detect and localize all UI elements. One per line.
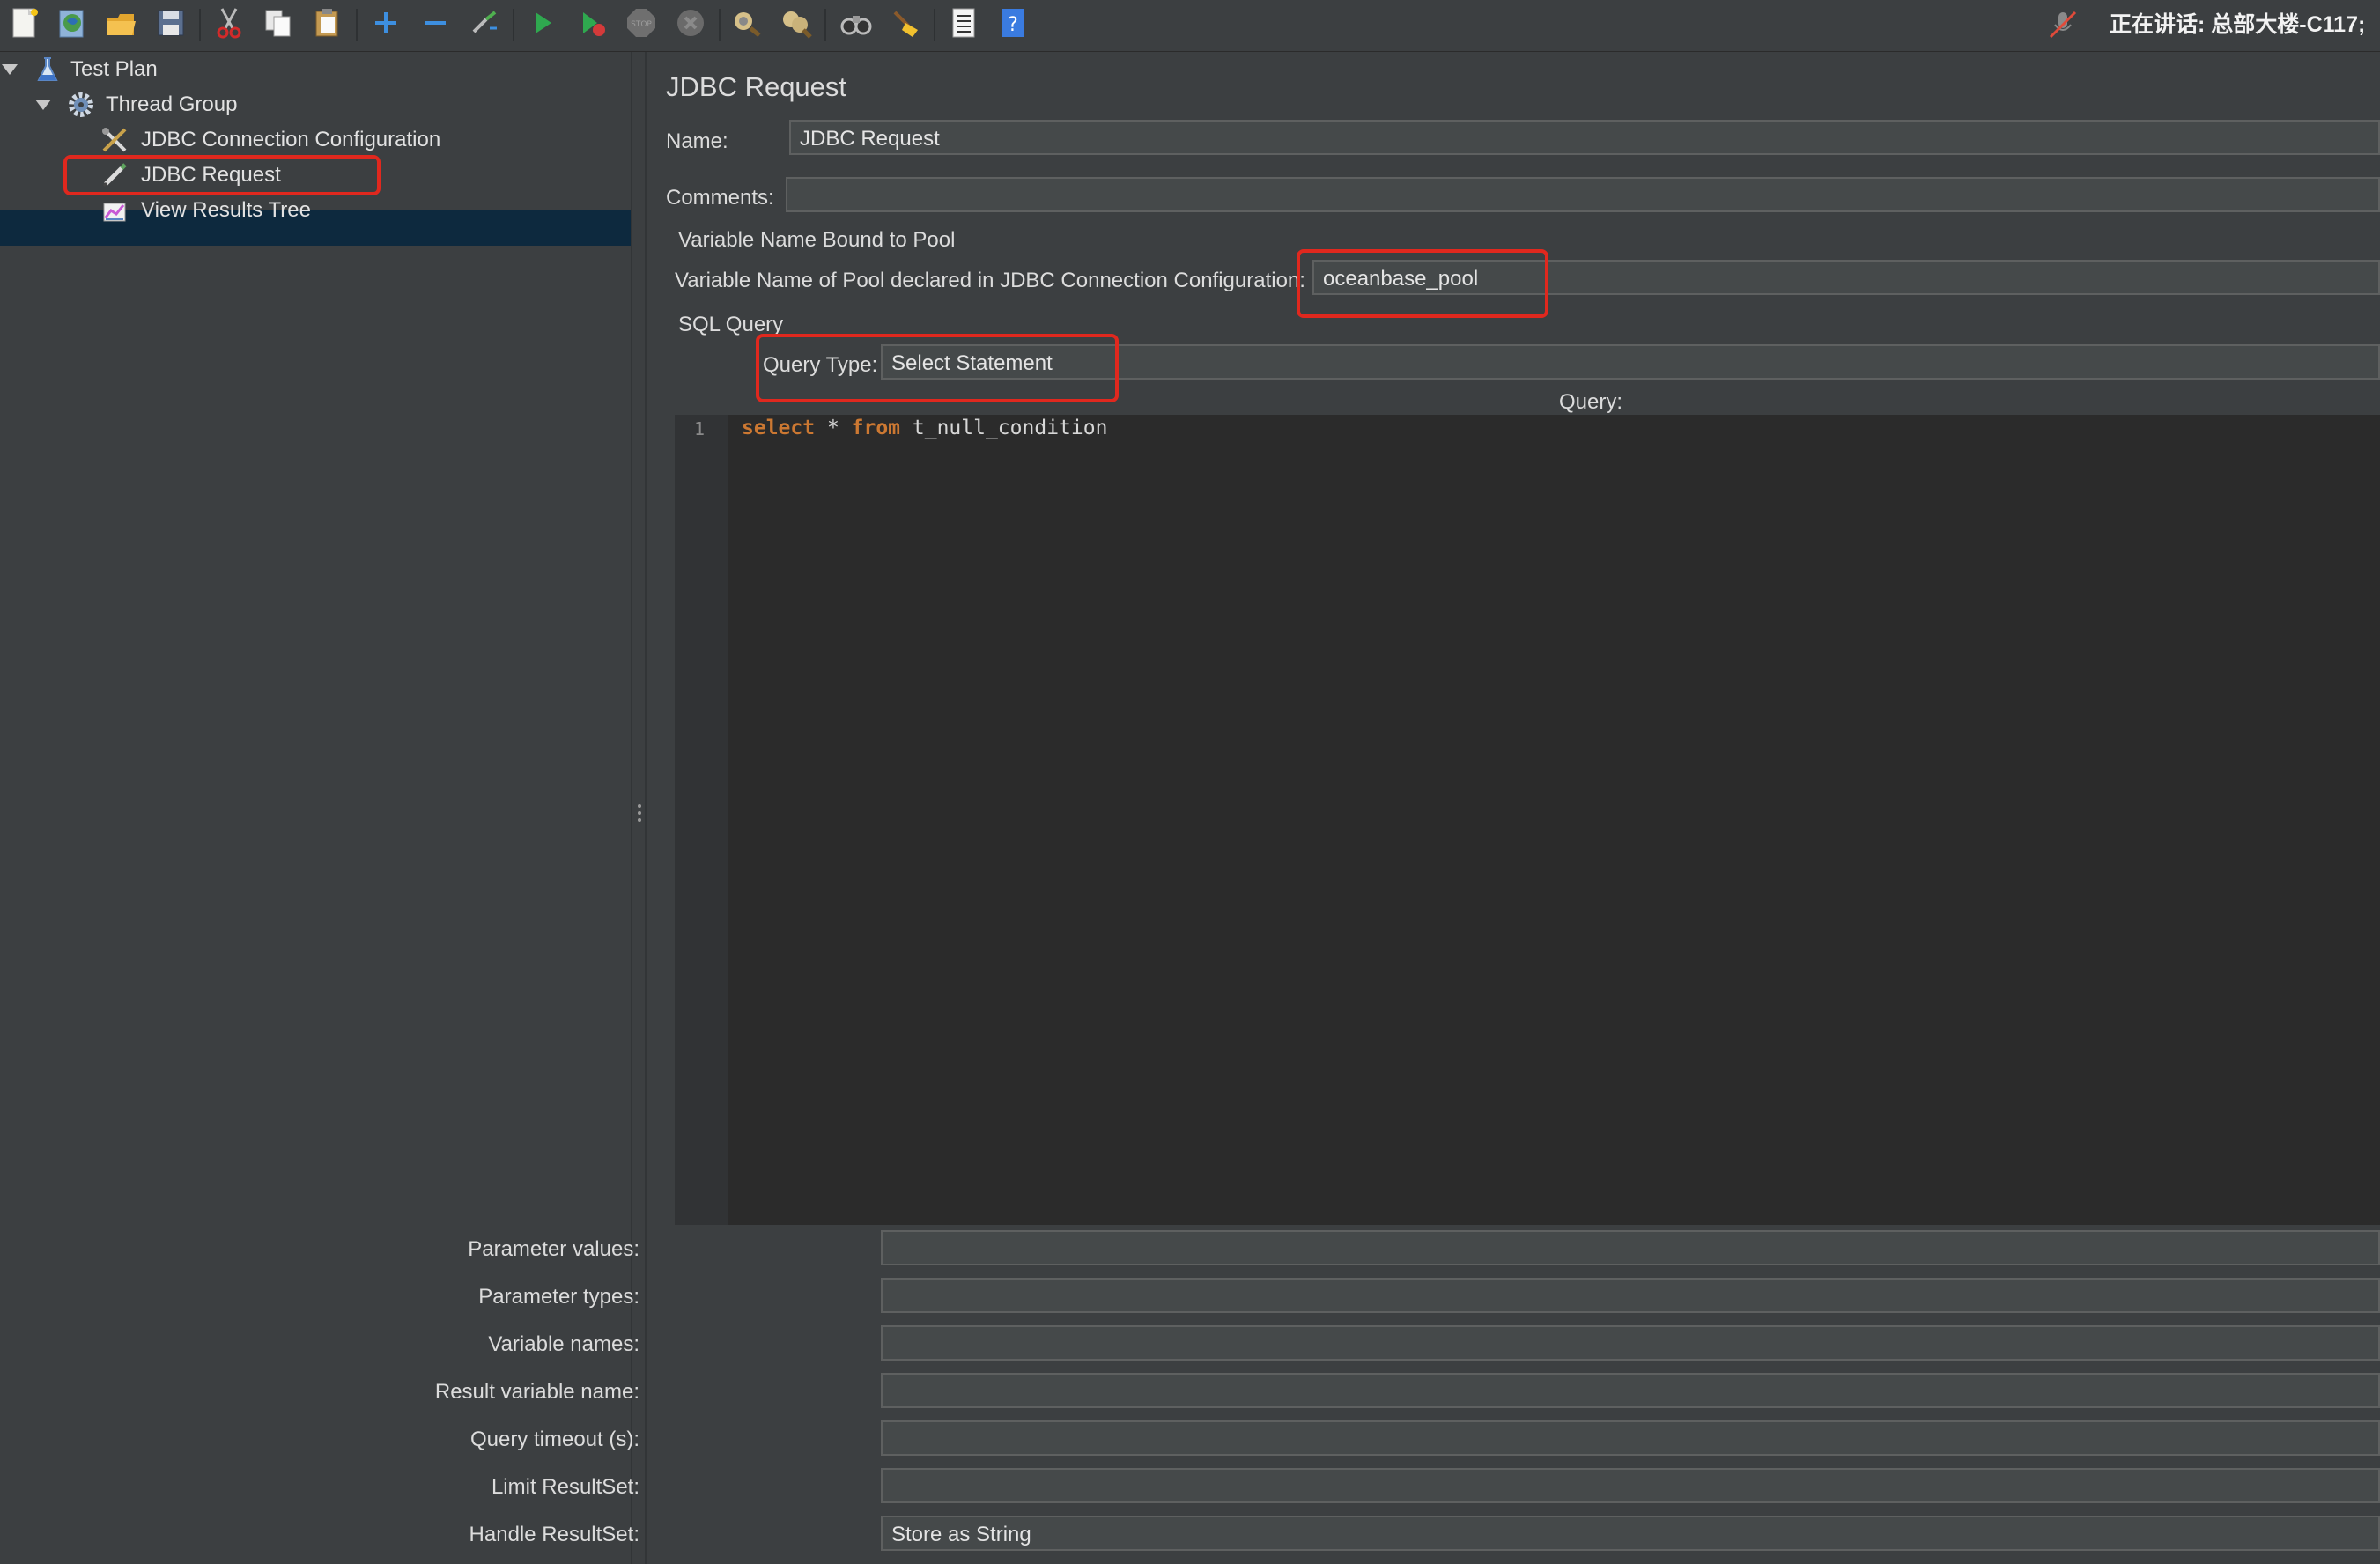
tree-item-thread-group[interactable]: Thread Group xyxy=(0,87,631,122)
cut-icon[interactable] xyxy=(210,4,248,42)
save-icon[interactable] xyxy=(152,4,190,42)
pool-label: Variable Name of Pool declared in JDBC C… xyxy=(675,269,1305,292)
parameter-values-label: Parameter values: xyxy=(468,1237,639,1261)
splitter-grip-dot xyxy=(638,804,641,808)
name-field[interactable]: JDBC Request xyxy=(789,120,2380,155)
toggle-icon[interactable] xyxy=(465,4,504,42)
jdbc-request-panel: JDBC Request Name: JDBC Request Comments… xyxy=(435,52,2380,1564)
function-helper-icon[interactable] xyxy=(944,4,983,42)
toolbar: STOP ? 正在讲话: 总部大楼-C117; xyxy=(0,0,2380,52)
shutdown-icon[interactable] xyxy=(671,4,710,42)
start-no-pauses-icon[interactable] xyxy=(573,4,611,42)
clear-all-icon[interactable] xyxy=(777,4,816,42)
line-number: 1 xyxy=(693,418,705,439)
query-timeout-field[interactable] xyxy=(881,1420,2380,1456)
result-variable-name-field[interactable] xyxy=(881,1373,2380,1408)
splitter-grip-dot xyxy=(638,811,641,815)
limit-resultset-label: Limit ResultSet: xyxy=(491,1475,639,1499)
variable-names-field[interactable] xyxy=(881,1325,2380,1361)
sql-star: * xyxy=(815,417,852,439)
pool-section-title: Variable Name Bound to Pool xyxy=(678,228,956,252)
sql-keyword: from xyxy=(851,417,901,439)
annotation-highlight xyxy=(63,155,381,196)
parameter-values-field[interactable] xyxy=(881,1230,2380,1265)
copy-icon[interactable] xyxy=(259,4,298,42)
graph-icon xyxy=(100,196,129,225)
mic-muted-icon[interactable] xyxy=(2045,7,2081,42)
search-icon[interactable] xyxy=(837,4,876,42)
flask-icon xyxy=(33,55,62,84)
query-editor[interactable]: 1 select * from t_null_condition xyxy=(675,415,2380,1225)
clear-icon[interactable] xyxy=(728,4,766,42)
query-timeout-label: Query timeout (s): xyxy=(469,1428,639,1451)
expand-icon[interactable] xyxy=(366,4,405,42)
stop-icon[interactable]: STOP xyxy=(622,4,661,42)
tree-item-label: JDBC Connection Configuration xyxy=(141,128,441,151)
annotation-highlight xyxy=(756,334,883,402)
sql-keyword: select xyxy=(742,417,816,439)
start-icon[interactable] xyxy=(523,4,562,42)
name-label: Name: xyxy=(666,129,728,153)
speaking-status: 正在讲话: 总部大楼-C117; xyxy=(2110,12,2366,37)
limit-resultset-field[interactable] xyxy=(881,1468,2380,1503)
comments-field[interactable] xyxy=(786,177,2380,212)
gear-icon xyxy=(67,91,95,119)
help-icon[interactable]: ? xyxy=(994,4,1032,42)
new-icon[interactable] xyxy=(5,4,44,42)
svg-text:?: ? xyxy=(1008,14,1018,36)
svg-text:STOP: STOP xyxy=(631,20,652,29)
open-icon[interactable] xyxy=(102,4,141,42)
tree-item-label: Test Plan xyxy=(70,57,158,81)
reset-search-icon[interactable] xyxy=(886,4,925,42)
handle-resultset-select[interactable]: Store as String xyxy=(881,1516,2380,1551)
comments-label: Comments: xyxy=(666,186,774,210)
tree-item-view-results-tree[interactable]: View Results Tree xyxy=(0,193,631,228)
query-line: select * from t_null_condition xyxy=(742,417,1107,439)
expand-arrow-icon[interactable] xyxy=(2,64,18,75)
page-title: JDBC Request xyxy=(666,71,847,102)
collapse-icon[interactable] xyxy=(416,4,455,42)
paste-icon[interactable] xyxy=(308,4,347,42)
query-label: Query: xyxy=(1559,390,1623,414)
tree-item-jdbc-connection-configuration[interactable]: JDBC Connection Configuration xyxy=(0,122,631,158)
tools-icon xyxy=(100,126,129,154)
splitter-grip-dot xyxy=(638,818,641,822)
tree-item-label: View Results Tree xyxy=(141,198,311,222)
variable-names-label: Variable names: xyxy=(488,1332,639,1356)
parameter-types-field[interactable] xyxy=(881,1278,2380,1313)
handle-resultset-label: Handle ResultSet: xyxy=(469,1523,639,1546)
line-number-gutter: 1 xyxy=(675,415,728,1225)
parameter-types-label: Parameter types: xyxy=(478,1285,639,1309)
tree-item-label: Thread Group xyxy=(106,92,238,116)
result-variable-name-label: Result variable name: xyxy=(434,1380,639,1404)
annotation-highlight xyxy=(1297,249,1548,318)
annotation-highlight xyxy=(881,334,1119,402)
expand-arrow-icon[interactable] xyxy=(35,100,51,110)
templates-icon[interactable] xyxy=(53,4,92,42)
sql-table-name: t_null_condition xyxy=(900,417,1108,439)
tree-item-test-plan[interactable]: Test Plan xyxy=(0,52,631,87)
